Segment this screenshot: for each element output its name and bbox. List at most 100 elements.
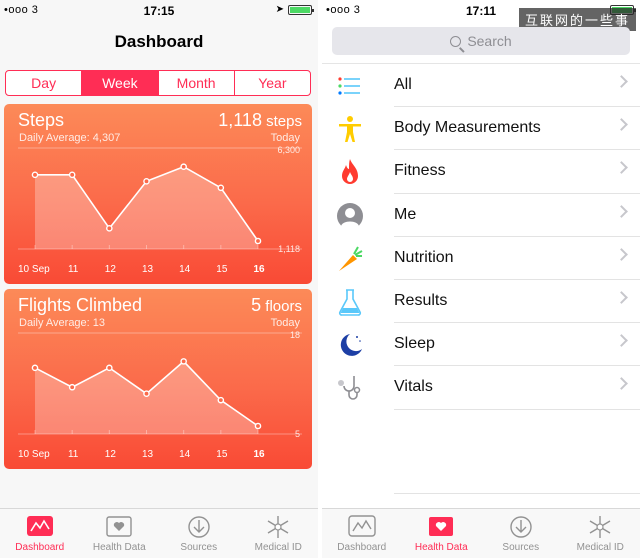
chevron-right-icon — [615, 334, 628, 347]
segment-year[interactable]: Year — [235, 71, 310, 95]
data-point — [254, 422, 262, 430]
list-item-label: Nutrition — [394, 248, 454, 266]
flights-card[interactable]: 18 5 10 Sep 11 12 13 14 15 16 Flights Climbed Da… — [4, 289, 312, 469]
tab-health-data[interactable]: Health Data — [80, 509, 160, 558]
list-icon — [338, 77, 360, 95]
health-data-icon — [106, 516, 132, 537]
list-item-results[interactable]: Results — [338, 280, 640, 324]
x-tick-label: 10 Sep — [18, 449, 50, 460]
tab-health-data[interactable]: Health Data — [402, 509, 482, 558]
health-data-icon — [429, 517, 454, 536]
x-tick-label: 11 — [68, 449, 79, 460]
steps-period: Today — [270, 132, 300, 144]
tab-dashboard[interactable]: Dashboard — [322, 509, 402, 558]
steps-card[interactable]: 6,300 1,118 10 Sep 11 12 13 14 15 16 Steps Daily… — [4, 104, 312, 284]
search-input[interactable]: Search — [332, 27, 630, 55]
chevron-right-icon — [615, 75, 628, 88]
segment-week[interactable]: Week — [82, 71, 159, 95]
tab-bar: Dashboard Health Data Sources Medical ID — [322, 508, 640, 558]
tab-dashboard[interactable]: Dashboard — [0, 509, 80, 558]
data-point — [180, 358, 187, 365]
tab-bar: Dashboard Health Data Sources Medical ID — [0, 508, 318, 558]
person-icon — [337, 202, 363, 230]
dashboard-icon — [348, 515, 376, 537]
x-tick-label: 10 Sep — [18, 264, 50, 275]
flame-icon — [342, 159, 358, 185]
list-item-label: Body Measurements — [394, 119, 541, 137]
location-icon: ➤ — [275, 4, 284, 15]
flights-chart: 18 5 10 Sep 11 12 13 14 15 16 — [18, 330, 302, 460]
chevron-right-icon — [615, 291, 628, 304]
tab-label: Health Data — [414, 542, 468, 553]
chevron-right-icon — [615, 247, 628, 261]
data-point — [68, 383, 76, 391]
list-item-nutrition[interactable]: Nutrition — [339, 237, 640, 280]
period-segmented-control: Day Week Month Year — [5, 70, 311, 96]
tab-sources[interactable]: Sources — [481, 509, 561, 558]
list-item-vitals[interactable]: Vitals — [338, 366, 640, 410]
page-title: Dashboard — [114, 32, 204, 51]
list-item-me[interactable]: Me — [337, 194, 640, 237]
tab-sources[interactable]: Sources — [159, 509, 239, 558]
segment-day[interactable]: Day — [6, 71, 83, 95]
x-tick-label: 13 — [142, 264, 154, 275]
data-point — [143, 390, 150, 397]
list-item-label: Sleep — [394, 335, 435, 353]
tab-label: Dashboard — [15, 542, 65, 553]
moon-icon — [340, 334, 362, 356]
tab-medical-id[interactable]: Medical ID — [561, 509, 640, 558]
flights-daily-average: Daily Average: 13 — [19, 317, 106, 329]
list-item-fitness[interactable]: Fitness — [342, 150, 640, 194]
tab-medical-id[interactable]: Medical ID — [239, 509, 319, 558]
data-point — [106, 364, 113, 372]
tab-label: Medical ID — [576, 542, 624, 553]
list-item-label: Vitals — [394, 378, 433, 396]
data-point — [31, 364, 39, 372]
x-tick-label: 15 — [216, 449, 228, 460]
battery-icon — [288, 5, 314, 15]
x-tick-label: 14 — [179, 264, 191, 275]
chevron-right-icon — [615, 161, 628, 175]
segment-month[interactable]: Month — [159, 71, 235, 95]
y-tick-label-min: 1,118 — [278, 244, 300, 254]
steps-chart: 6,300 1,118 10 Sep 11 12 13 14 15 16 — [18, 145, 302, 275]
medical-id-icon — [267, 516, 289, 538]
data-point — [143, 178, 150, 185]
flask-icon — [338, 289, 362, 316]
tab-label: Dashboard — [337, 542, 387, 553]
chevron-right-icon — [615, 118, 628, 132]
list-item-sleep[interactable]: Sleep — [340, 323, 640, 367]
health-data-screen: •ooo 3 17:11 互联网的一些事 Search All Body Mea… — [322, 0, 640, 558]
list-item-label: Me — [394, 205, 417, 223]
search-icon — [450, 36, 462, 47]
dashboard-screen: •ooo 3 17:15 ➤ Dashboard Day Week Month … — [0, 0, 318, 558]
steps-title: Steps — [18, 110, 65, 130]
x-tick-label: 13 — [142, 449, 154, 460]
search-placeholder: Search — [467, 33, 512, 49]
data-point — [254, 237, 262, 245]
tab-label: Medical ID — [254, 542, 302, 553]
list-item-all[interactable]: All — [338, 64, 640, 108]
flights-period: Today — [270, 317, 300, 329]
x-tick-label: 12 — [105, 264, 117, 275]
x-tick-label: 15 — [216, 264, 228, 275]
stethoscope-icon — [338, 376, 361, 401]
list-bottom-separator — [394, 493, 640, 494]
steps-daily-average: Daily Average: 4,307 — [19, 132, 121, 144]
steps-value: 1,118 steps — [218, 110, 302, 130]
data-point — [68, 171, 76, 179]
list-item-label: All — [394, 76, 412, 93]
category-list: All Body Measurements Fitness Me Nutriti… — [322, 63, 640, 410]
list-item-body-measurements[interactable]: Body Measurements — [339, 107, 640, 151]
y-tick-label-max: 6,300 — [277, 145, 300, 155]
x-tick-label: 11 — [68, 264, 79, 275]
chevron-right-icon — [615, 377, 628, 391]
sources-icon — [510, 516, 532, 538]
flights-value: 5 floors — [251, 295, 302, 315]
data-point — [180, 163, 187, 171]
y-tick-label-min: 5 — [295, 429, 300, 439]
x-tick-label: 14 — [179, 449, 191, 460]
sources-icon — [188, 516, 210, 538]
data-point — [217, 184, 225, 192]
flights-title: Flights Climbed — [18, 295, 143, 315]
